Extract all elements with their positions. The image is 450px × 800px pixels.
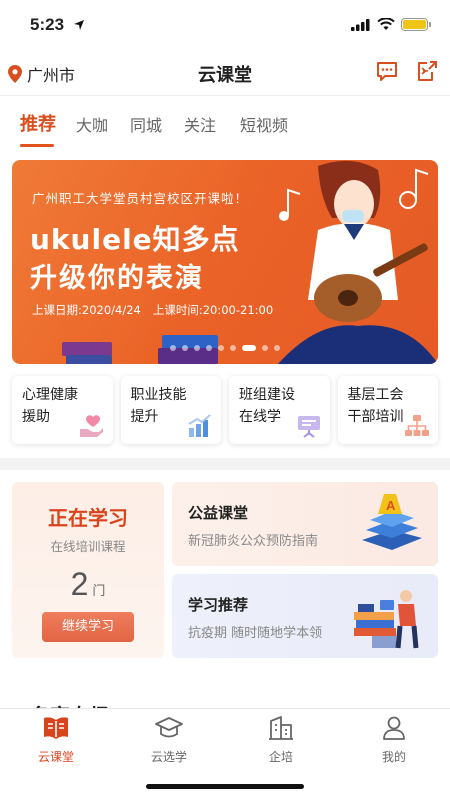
bottom-tab-label: 云课堂 xyxy=(37,750,74,764)
banner-headline-2: 升级你的表演 xyxy=(30,263,204,294)
course-count-unit: 门 xyxy=(92,584,106,599)
channel-tabs: 推荐 大咖 同城 关注 短视频 xyxy=(0,96,450,152)
course-count-number: 2 xyxy=(70,566,89,602)
bottom-tab-profile[interactable]: 我的 xyxy=(349,715,439,765)
section-separator xyxy=(0,458,450,470)
book-icon xyxy=(44,717,68,739)
promo-title: 公益课堂 xyxy=(188,504,249,522)
bottom-tab-label: 企培 xyxy=(268,750,293,764)
bottom-tab-course-select[interactable]: 云选学 xyxy=(124,715,214,765)
tab-experts[interactable]: 大咖 xyxy=(76,112,108,136)
promo-subtitle: 新冠肺炎公众预防指南 xyxy=(188,534,319,549)
message-icon[interactable] xyxy=(376,60,398,82)
bottom-tab-enterprise-training[interactable]: 企培 xyxy=(236,715,326,765)
location-arrow-icon xyxy=(74,20,84,30)
currently-studying-card[interactable]: 正在学习 在线培训课程 2门 继续学习 xyxy=(12,482,164,658)
top-nav: 广州市 云课堂 xyxy=(0,50,450,96)
banner-date: 上课日期:2020/4/24 xyxy=(32,303,141,317)
tab-short-video[interactable]: 短视频 xyxy=(240,112,288,136)
svg-text:A: A xyxy=(386,498,396,513)
status-time: 5:23 xyxy=(30,15,65,34)
banner-pagination xyxy=(170,345,280,351)
public-class-card[interactable]: 公益课堂 新冠肺炎公众预防指南 A xyxy=(172,482,438,566)
ukulele-player-illustration xyxy=(278,160,438,364)
promo-banner[interactable]: 广州职工大学堂员村宫校区开课啦！ ukulele知多点 升级你的表演 上课日期:… xyxy=(12,160,438,364)
presentation-board-icon xyxy=(297,416,320,438)
status-icons xyxy=(351,18,431,31)
tab-active-indicator xyxy=(20,144,54,147)
bar-chart-icon xyxy=(188,414,211,437)
building-icon xyxy=(269,716,293,740)
tab-recommend[interactable]: 推荐 xyxy=(20,110,56,136)
sign-in-icon[interactable] xyxy=(416,60,438,82)
wifi-icon xyxy=(377,18,395,30)
nav-actions xyxy=(376,60,438,82)
promo-subtitle: 抗疫期 随时随地学本领 xyxy=(188,626,323,641)
bottom-tab-label: 云选学 xyxy=(150,750,187,764)
tab-following[interactable]: 关注 xyxy=(184,112,216,136)
category-vocational-skills[interactable]: 职业技能 提升 xyxy=(120,376,221,444)
graduation-cap-icon xyxy=(155,717,183,738)
course-count: 2门 xyxy=(12,566,164,603)
learning-recommend-card[interactable]: 学习推荐 抗疫期 随时随地学本领 xyxy=(172,574,438,658)
bottom-tab-label: 我的 xyxy=(381,750,406,764)
person-icon xyxy=(383,716,405,740)
banner-headline-1: ukulele知多点 xyxy=(30,223,240,256)
banner-announcement: 广州职工大学堂员村宫校区开课啦！ xyxy=(32,191,249,206)
bottom-tab-cloud-class[interactable]: 云课堂 xyxy=(11,715,101,765)
continue-learning-button[interactable]: 继续学习 xyxy=(42,612,134,642)
promo-title: 学习推荐 xyxy=(188,596,249,614)
status-bar: 5:23 xyxy=(0,0,450,50)
banner-time: 上课时间:20:00-21:00 xyxy=(152,303,274,317)
category-mental-health[interactable]: 心理健康 援助 xyxy=(12,376,113,444)
home-indicator xyxy=(146,784,304,789)
heart-hand-icon xyxy=(79,415,103,437)
category-row: 心理健康 援助 职业技能 提升 班组建设 在线学 基层工会 干部培训 xyxy=(12,376,438,444)
org-chart-icon xyxy=(405,415,429,436)
signal-icon xyxy=(351,18,370,31)
tab-local[interactable]: 同城 xyxy=(130,112,162,136)
reading-person-illustration xyxy=(354,590,419,649)
battery-icon xyxy=(401,18,431,31)
category-team-building[interactable]: 班组建设 在线学 xyxy=(229,376,330,444)
category-union-cadre-training[interactable]: 基层工会 干部培训 xyxy=(337,376,438,444)
studying-title: 正在学习 xyxy=(48,506,128,530)
book-stack-illustration: A xyxy=(362,494,422,550)
studying-subtitle: 在线培训课程 xyxy=(50,539,126,554)
banner-schedule: 上课日期:2020/4/24 上课时间:20:00-21:00 xyxy=(32,302,273,318)
